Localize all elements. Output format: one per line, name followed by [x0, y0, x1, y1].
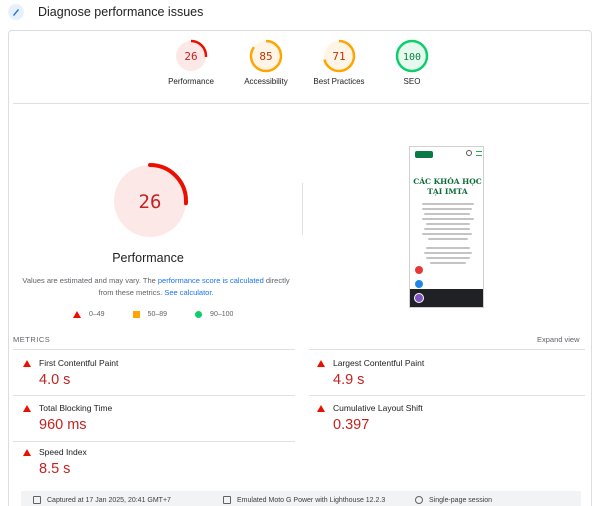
run-info-footer: Captured at 17 Jan 2025, 20:41 GMT+7 Emu…	[21, 491, 581, 506]
gauge-seo-ring: 100	[395, 39, 429, 73]
pagespeed-icon	[8, 4, 24, 20]
gauge-score: 26	[184, 50, 197, 63]
legend-fail: 0–49	[73, 311, 105, 318]
gauge-score: 100	[403, 52, 421, 63]
metric-largest-contentful-paint: Largest Contentful Paint 4.9 s	[317, 358, 557, 398]
messenger-icon	[414, 293, 424, 303]
page-header: Diagnose performance issues	[0, 0, 600, 24]
gauge-seo[interactable]: 100 SEO	[367, 39, 457, 86]
gauge-label: SEO	[403, 77, 421, 86]
fail-triangle-icon	[23, 449, 31, 456]
metric-name: Largest Contentful Paint	[333, 358, 425, 368]
circle-icon	[195, 311, 203, 318]
metrics-divider	[13, 349, 295, 350]
gauge-performance-ring: 26	[174, 39, 208, 73]
calculator-link[interactable]: See calculator.	[164, 288, 213, 297]
metric-speed-index: Speed Index 8.5 s	[23, 447, 263, 487]
metric-first-contentful-paint: First Contentful Paint 4.0 s	[23, 358, 263, 398]
gauge-score: 85	[259, 50, 272, 63]
metric-value: 0.397	[333, 417, 370, 433]
expand-view-toggle[interactable]: Expand view	[537, 335, 580, 344]
metric-value: 8.5 s	[39, 461, 71, 477]
phone-icon	[414, 265, 424, 275]
legend-pass: 90–100	[195, 311, 233, 318]
captured-at: Captured at 17 Jan 2025, 20:41 GMT+7	[33, 496, 171, 504]
page-screenshot-thumbnail[interactable]: CÁC KHÓA HỌC TẠI IMTA	[409, 146, 484, 308]
session-icon	[415, 496, 423, 504]
metrics-divider	[309, 395, 585, 396]
gauge-best-practices-ring: 71	[322, 39, 356, 73]
search-icon	[466, 150, 472, 156]
vertical-divider	[302, 183, 303, 235]
metric-name: Speed Index	[39, 447, 87, 457]
fail-triangle-icon	[317, 405, 325, 412]
session-type: Single-page session	[415, 496, 492, 504]
performance-score: 26	[139, 191, 162, 213]
metric-value: 4.9 s	[333, 372, 365, 388]
metric-name: Total Blocking Time	[39, 403, 113, 413]
metric-name: First Contentful Paint	[39, 358, 119, 368]
square-icon	[132, 311, 140, 318]
summary-divider	[13, 103, 589, 104]
fail-triangle-icon	[23, 405, 31, 412]
calendar-icon	[33, 496, 41, 504]
performance-score-link[interactable]: performance score is calculated	[158, 276, 264, 285]
report-card: 26 Performance 85 Accessibility 71 Best …	[8, 30, 592, 506]
fail-triangle-icon	[23, 360, 31, 367]
gauge-score: 71	[332, 50, 345, 63]
metric-value: 4.0 s	[39, 372, 71, 388]
thumbnail-heading: CÁC KHÓA HỌC TẠI IMTA	[413, 177, 482, 196]
metric-cumulative-layout-shift: Cumulative Layout Shift 0.397	[317, 403, 557, 443]
chat-icon	[414, 279, 424, 289]
category-summary: 26 Performance 85 Accessibility 71 Best …	[9, 39, 591, 103]
gauge-accessibility-ring: 85	[249, 39, 283, 73]
metric-name: Cumulative Layout Shift	[333, 403, 423, 413]
fail-triangle-icon	[317, 360, 325, 367]
metrics-divider	[13, 395, 295, 396]
metric-total-blocking-time: Total Blocking Time 960 ms	[23, 403, 263, 443]
metrics-divider	[309, 349, 585, 350]
score-note: Values are estimated and may vary. The p…	[22, 276, 290, 297]
metric-value: 960 ms	[39, 417, 87, 433]
site-logo	[415, 150, 433, 158]
metrics-divider	[13, 441, 295, 442]
legend-average: 50–89	[132, 311, 167, 318]
performance-gauge-large: 26	[112, 163, 188, 239]
page-title: Diagnose performance issues	[38, 5, 204, 19]
metrics-heading: METRICS	[13, 335, 51, 344]
score-legend: 0–49 50–89 90–100	[73, 311, 261, 318]
device-icon	[223, 496, 231, 504]
performance-title: Performance	[112, 251, 184, 265]
emulated-device: Emulated Moto G Power with Lighthouse 12…	[223, 496, 385, 504]
triangle-icon	[73, 311, 81, 318]
thumbnail-nav	[410, 147, 483, 161]
menu-icon	[476, 151, 482, 156]
